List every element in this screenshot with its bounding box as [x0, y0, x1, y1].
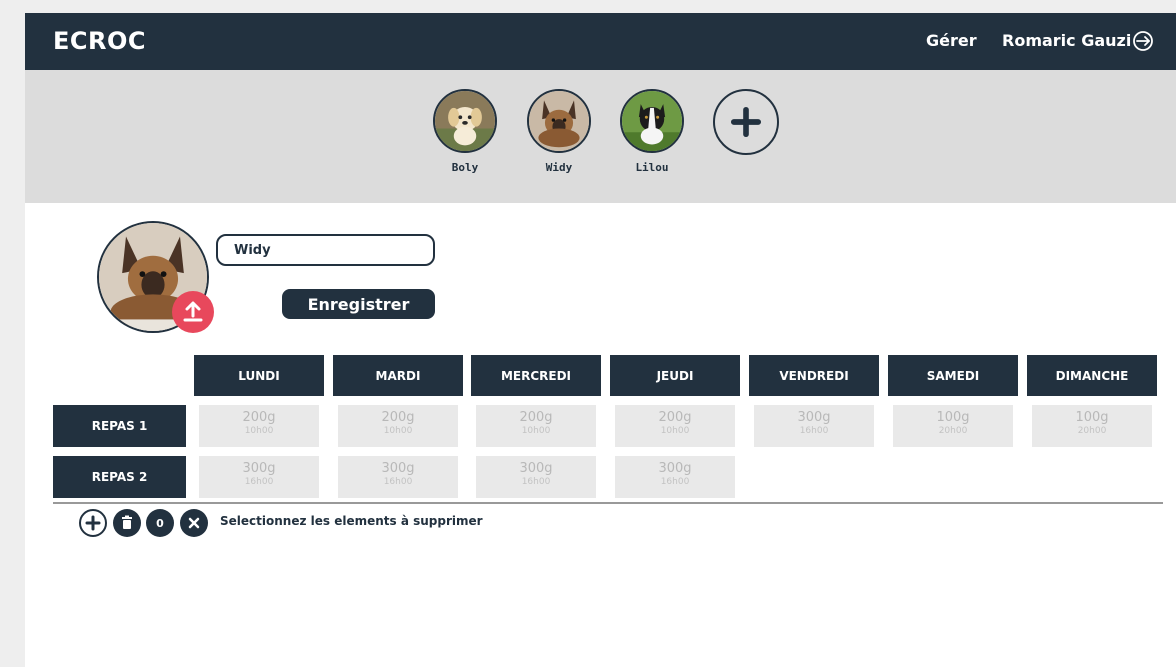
add-row-button[interactable]	[79, 509, 107, 537]
pet-item-lilou[interactable]: Lilou	[607, 89, 697, 174]
meal-time: 20h00	[1077, 426, 1107, 436]
meal-quantity: 100g	[936, 410, 970, 425]
plus-icon	[85, 515, 101, 531]
meal-time: 16h00	[660, 477, 690, 487]
pet-avatar	[620, 89, 684, 153]
upload-photo-button[interactable]	[172, 291, 214, 333]
meal-cell[interactable]: 200g 10h00	[476, 405, 596, 447]
selected-count-badge: 0	[146, 509, 174, 537]
meal-time: 10h00	[660, 426, 690, 436]
day-header-mercredi: MERCREDI	[471, 355, 601, 396]
meal-cell[interactable]: 300g 16h00	[338, 456, 458, 498]
meal-quantity: 300g	[797, 410, 831, 425]
logout-icon[interactable]	[1132, 30, 1154, 52]
meal-quantity: 200g	[519, 410, 553, 425]
pet-item-boly[interactable]: Boly	[420, 89, 510, 174]
meal-quantity: 300g	[381, 461, 415, 476]
top-navbar: ECROC Gérer Romaric Gauzi	[25, 13, 1176, 70]
meal-time: 10h00	[244, 426, 274, 436]
meal-cell[interactable]: 300g 16h00	[615, 456, 735, 498]
meal-cell[interactable]: 200g 10h00	[199, 405, 319, 447]
day-header-dimanche: DIMANCHE	[1027, 355, 1157, 396]
meal-quantity: 200g	[381, 410, 415, 425]
pet-name: Boly	[451, 161, 479, 174]
table-divider	[53, 502, 1163, 504]
meal-quantity: 200g	[242, 410, 276, 425]
meal-time: 16h00	[521, 477, 551, 487]
meal-row-header-2: REPAS 2	[53, 456, 186, 498]
close-icon	[188, 517, 200, 529]
meal-cell[interactable]: 300g 16h00	[476, 456, 596, 498]
add-pet-button[interactable]	[713, 89, 779, 155]
pet-avatar	[527, 89, 591, 153]
user-name: Romaric Gauzi	[1002, 31, 1132, 50]
meal-time: 16h00	[383, 477, 413, 487]
meal-time: 10h00	[521, 426, 551, 436]
meal-time: 10h00	[383, 426, 413, 436]
meal-cell[interactable]: 300g 16h00	[199, 456, 319, 498]
meal-cell[interactable]: 100g 20h00	[893, 405, 1013, 447]
day-header-vendredi: VENDREDI	[749, 355, 879, 396]
pet-avatar	[433, 89, 497, 153]
meal-time: 16h00	[244, 477, 274, 487]
brand-logo[interactable]: ECROC	[53, 27, 146, 55]
plus-icon	[730, 106, 762, 138]
pet-item-widy[interactable]: Widy	[514, 89, 604, 174]
save-button[interactable]: Enregistrer	[282, 289, 435, 319]
day-header-jeudi: JEUDI	[610, 355, 740, 396]
meal-cell[interactable]: 100g 20h00	[1032, 405, 1152, 447]
delete-button[interactable]	[113, 509, 141, 537]
meal-row-header-1: REPAS 1	[53, 405, 186, 447]
meal-quantity: 300g	[519, 461, 553, 476]
meal-cell[interactable]: 200g 10h00	[338, 405, 458, 447]
day-header-lundi: LUNDI	[194, 355, 324, 396]
app-window: ECROC Gérer Romaric Gauzi Boly Widy Lilo…	[25, 13, 1176, 667]
meal-quantity: 100g	[1075, 410, 1109, 425]
selected-count: 0	[156, 516, 164, 530]
meal-cell[interactable]: 300g 16h00	[754, 405, 874, 447]
pet-name: Widy	[545, 161, 573, 174]
trash-icon	[122, 515, 132, 529]
pet-name-input[interactable]	[216, 234, 435, 266]
day-header-mardi: MARDI	[333, 355, 463, 396]
meal-quantity: 300g	[242, 461, 276, 476]
day-header-samedi: SAMEDI	[888, 355, 1018, 396]
meal-cell[interactable]: 200g 10h00	[615, 405, 735, 447]
meal-time: 16h00	[799, 426, 829, 436]
pets-selector: Boly Widy Lilou	[25, 70, 1176, 203]
pet-name: Lilou	[635, 161, 669, 174]
manage-link[interactable]: Gérer	[926, 31, 977, 50]
meal-quantity: 200g	[658, 410, 692, 425]
upload-icon	[183, 301, 203, 322]
cancel-selection-button[interactable]	[180, 509, 208, 537]
delete-helper-text: Selectionnez les elements à supprimer	[220, 514, 483, 528]
meal-time: 20h00	[938, 426, 968, 436]
meal-quantity: 300g	[658, 461, 692, 476]
